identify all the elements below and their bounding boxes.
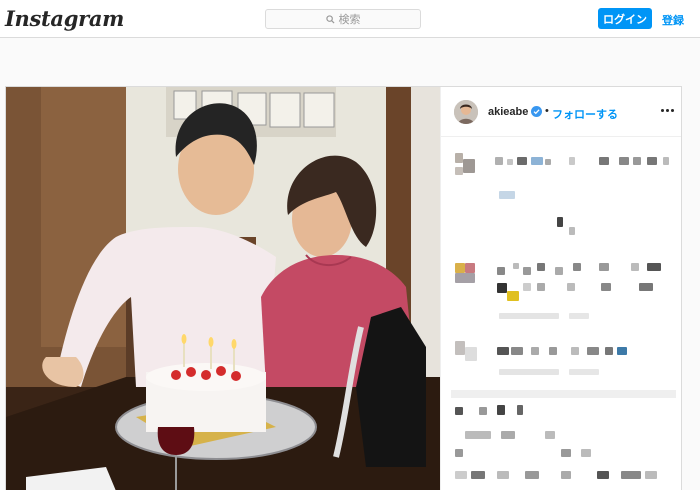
post-sidebar: akieabe • フォローする xyxy=(440,87,681,490)
signup-link[interactable]: 登録 xyxy=(662,12,684,28)
verified-badge-icon xyxy=(531,106,542,117)
search-icon xyxy=(325,14,335,24)
divider xyxy=(451,390,676,398)
login-button[interactable]: ログイン xyxy=(598,8,652,29)
username[interactable]: akieabe xyxy=(488,106,528,118)
post-header: akieabe • フォローする xyxy=(441,87,681,137)
instagram-logo[interactable]: Instagram xyxy=(5,6,124,31)
more-options-icon[interactable] xyxy=(659,103,675,117)
search-input[interactable]: 検索 xyxy=(265,9,421,29)
photo-illustration xyxy=(6,87,440,490)
post-container: akieabe • フォローする xyxy=(5,86,682,490)
follow-button[interactable]: フォローする xyxy=(552,106,618,122)
top-navigation-bar: Instagram 検索 ログイン 登録 xyxy=(0,0,700,38)
avatar[interactable] xyxy=(454,100,478,124)
separator-dot: • xyxy=(545,105,549,117)
avatar-image xyxy=(454,100,478,124)
post-photo[interactable] xyxy=(6,87,440,490)
search-placeholder: 検索 xyxy=(338,14,361,26)
